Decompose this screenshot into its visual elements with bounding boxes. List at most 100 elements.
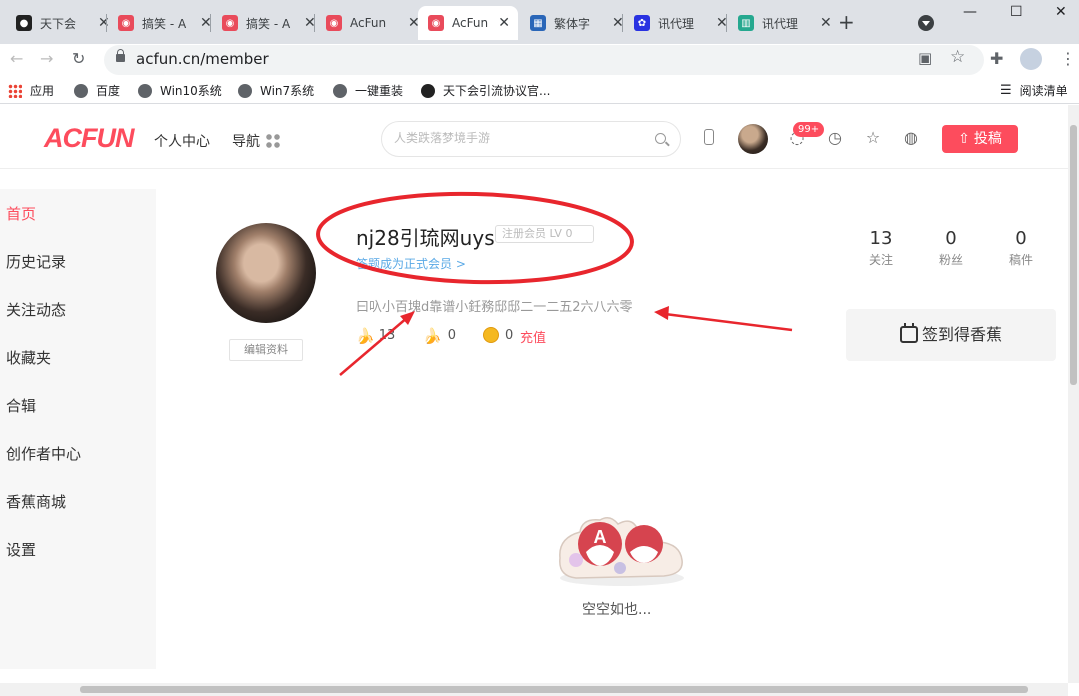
calendar-icon [899, 323, 918, 343]
horizontal-scrollbar[interactable] [0, 683, 1068, 696]
svg-text:A: A [594, 527, 607, 547]
proxy-favicon-icon: ▥ [738, 15, 754, 31]
sidebar-item-favorites[interactable]: 收藏夹 [6, 347, 51, 368]
scrollbar-thumb[interactable] [80, 686, 1028, 693]
banana-icon: 🍌 [356, 327, 375, 345]
upload-button[interactable]: ⇧ 投稿 [942, 125, 1018, 153]
mobile-phone-icon[interactable] [700, 129, 718, 147]
sidebar-item-settings[interactable]: 设置 [6, 539, 36, 560]
browser-tab[interactable]: ▥ 讯代理 ✕ [728, 6, 840, 40]
penguin-favicon-icon: ● [16, 15, 32, 31]
browser-tab-strip: ● 天下会 ✕ ◉ 搞笑 - A ✕ ◉ 搞笑 - A ✕ ◉ AcFun ✕ … [0, 0, 1079, 44]
profile-icon[interactable] [1020, 48, 1042, 70]
acfun-favicon-icon: ◉ [222, 15, 238, 31]
recharge-link[interactable]: 充值 [520, 327, 546, 346]
browser-tab[interactable]: ◉ 搞笑 - A ✕ [212, 6, 324, 40]
search-icon[interactable] [655, 133, 666, 144]
browser-tab[interactable]: ● 天下会 ✕ [6, 6, 118, 40]
baidu-paw-favicon-icon: ✿ [634, 15, 650, 31]
browser-toolbar: ← → ↻ acfun.cn/member ▣ ☆ ✚ ⋮ [0, 44, 1079, 76]
globe-icon [138, 83, 152, 98]
acfun-favicon-icon: ◉ [428, 15, 444, 31]
profile-avatar[interactable] [216, 223, 316, 323]
following-stat[interactable]: 13 关注 [851, 228, 911, 268]
globe-icon [74, 83, 88, 98]
close-window-icon[interactable]: ✕ [1055, 4, 1067, 20]
username: nj28引琉网uys [356, 226, 495, 250]
more-menu-icon[interactable]: ⋮ [1060, 49, 1076, 68]
url-text[interactable]: acfun.cn/member [136, 50, 269, 68]
dictionary-favicon-icon: ▦ [530, 15, 546, 31]
search-box[interactable] [381, 121, 681, 157]
browser-tab[interactable]: ◉ 搞笑 - A ✕ [108, 6, 220, 40]
acoin-icon [483, 327, 499, 343]
message-count-badge: 99+ [793, 122, 825, 137]
become-member-link[interactable]: 答题成为正式会员 > [356, 255, 466, 272]
forward-arrow-icon[interactable]: → [40, 49, 53, 68]
history-clock-icon[interactable]: ◷ [826, 129, 844, 147]
checkin-button[interactable]: 签到得香蕉 [846, 309, 1056, 361]
bookmark-apps[interactable]: 应用 [8, 82, 54, 99]
fans-stat[interactable]: 0 粉丝 [921, 228, 981, 268]
bookmark-item[interactable]: Win10系统 [138, 82, 222, 99]
lightbulb-icon[interactable]: ◍ [902, 129, 920, 147]
empty-state-illustration: A [559, 517, 684, 586]
bookmark-item[interactable]: 百度 [74, 82, 120, 99]
sidebar-item-following[interactable]: 关注动态 [6, 299, 66, 320]
reading-list[interactable]: ☰ 阅读清单 [1000, 82, 1068, 99]
bookmarks-bar: 应用 百度 Win10系统 Win7系统 一键重装 天下会引流协议官... ☰ … [0, 76, 1079, 104]
member-level-badge: 注册会员 LV 0 [495, 225, 594, 243]
acfun-favicon-icon: ◉ [326, 15, 342, 31]
nav-personal-center[interactable]: 个人中心 [154, 131, 210, 151]
sidebar-item-history[interactable]: 历史记录 [6, 251, 66, 272]
browser-tab[interactable]: ✿ 讯代理 ✕ [624, 6, 736, 40]
bookmark-item[interactable]: 天下会引流协议官... [421, 82, 550, 99]
close-tab-icon[interactable]: ✕ [820, 15, 832, 31]
reload-icon[interactable]: ↻ [72, 49, 85, 68]
scrollbar-thumb[interactable] [1070, 125, 1077, 385]
sidebar-item-home[interactable]: 首页 [6, 203, 36, 224]
sidebar-item-creator-center[interactable]: 创作者中心 [6, 443, 81, 464]
nav-navigation[interactable]: 导航 [232, 131, 280, 151]
sidebar: 首页 历史记录 关注动态 收藏夹 合辑 创作者中心 香蕉商城 设置 [0, 189, 156, 669]
grid-dots-icon [266, 134, 280, 148]
back-arrow-icon[interactable]: ← [10, 49, 23, 68]
minimize-icon[interactable]: — [963, 4, 977, 20]
vertical-scrollbar[interactable] [1068, 105, 1079, 683]
star-bookmark-icon[interactable]: ☆ [950, 47, 965, 67]
gold-banana-icon: 🍌 [423, 327, 442, 345]
penguin-icon [421, 83, 435, 98]
favorites-star-icon[interactable]: ☆ [864, 129, 882, 147]
qr-code-icon[interactable]: ▣ [918, 49, 932, 67]
edit-profile-button[interactable]: 编辑资料 [229, 339, 303, 361]
address-bar[interactable]: acfun.cn/member ▣ ☆ [104, 45, 984, 75]
avatar[interactable] [738, 124, 768, 154]
site-header: ACFUN 个人中心 导航 ◌ 99+ ◷ ☆ ◍ ⇧投稿 [0, 105, 1068, 169]
empty-state-text: 空空如也... [582, 602, 652, 618]
acoin-count: 0 [483, 327, 513, 343]
sidebar-item-banana-shop[interactable]: 香蕉商城 [6, 491, 66, 512]
extensions-puzzle-icon[interactable]: ✚ [990, 49, 1003, 68]
uploads-stat[interactable]: 0 稿件 [991, 228, 1051, 268]
bookmark-item[interactable]: Win7系统 [238, 82, 314, 99]
banana-count: 🍌 13 [356, 327, 396, 345]
search-input[interactable] [394, 131, 644, 145]
reading-list-icon: ☰ [1000, 83, 1012, 98]
globe-icon [238, 83, 252, 98]
profile-signature: 曰叺小百塊d靠谱小鈓務邸邸二一二五2六八六零 [356, 300, 633, 315]
globe-icon [333, 83, 347, 98]
browser-tab[interactable]: ◉ AcFun ✕ [316, 6, 428, 40]
bookmark-item[interactable]: 一键重装 [333, 82, 403, 99]
close-tab-icon[interactable]: ✕ [498, 15, 510, 31]
browser-tab[interactable]: ▦ 繁体字 ✕ [520, 6, 632, 40]
acfun-favicon-icon: ◉ [118, 15, 134, 31]
upload-icon: ⇧ [958, 131, 970, 147]
lock-icon [116, 49, 125, 62]
plus-icon[interactable]: + [838, 10, 855, 34]
browser-tab-active[interactable]: ◉ AcFun ✕ [418, 6, 518, 40]
tab-search-icon[interactable] [918, 15, 934, 31]
sidebar-item-collections[interactable]: 合辑 [6, 395, 36, 416]
maximize-icon[interactable]: ☐ [1010, 4, 1023, 20]
apps-grid-icon [8, 83, 22, 98]
acfun-logo[interactable]: ACFUN [44, 123, 134, 154]
